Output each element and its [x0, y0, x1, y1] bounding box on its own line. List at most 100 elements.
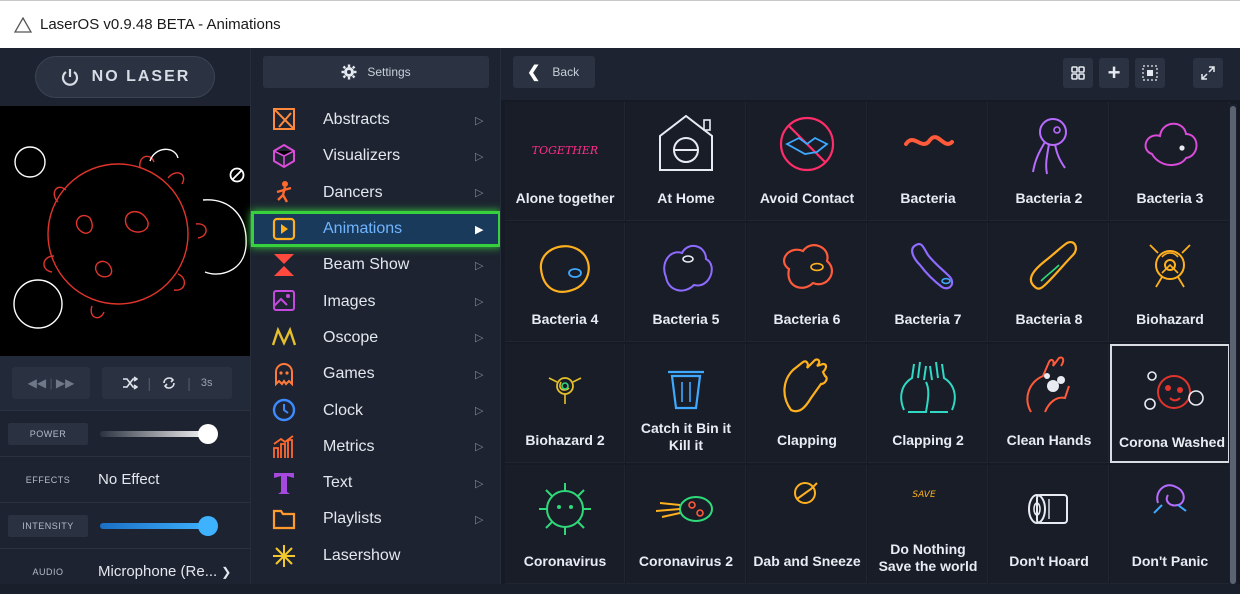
animation-tile[interactable]: Bacteria 4	[505, 223, 625, 342]
animation-tile[interactable]: Clapping 2	[868, 344, 988, 463]
next-icon[interactable]: ▶▶	[56, 376, 74, 390]
biohazard-icon	[505, 352, 625, 422]
menu-item-label: Dancers	[323, 183, 383, 201]
animation-tile-label: Coronavirus	[523, 553, 607, 569]
menu-item-label: Clock	[323, 401, 364, 419]
power-slider-knob[interactable]	[198, 423, 218, 444]
power-slider[interactable]	[100, 423, 218, 444]
grid-view-icon[interactable]	[1063, 58, 1093, 88]
animation-tile[interactable]: Don't Panic	[1110, 465, 1230, 584]
animation-tile[interactable]: Bacteria 7	[868, 223, 988, 342]
menu-item-visualizers[interactable]: Visualizers ▷	[251, 138, 501, 174]
animation-tile[interactable]: Catch it Bin it Kill it	[626, 344, 746, 463]
animation-tile-label: Bacteria 6	[773, 311, 841, 327]
menu-item-abstracts[interactable]: Abstracts ▷	[251, 102, 501, 138]
effects-value[interactable]: No Effect	[98, 471, 159, 488]
effects-label: EFFECTS	[25, 474, 71, 485]
clock-icon	[271, 398, 297, 422]
chevron-down-icon[interactable]: ❯	[221, 565, 231, 579]
audio-source-select[interactable]: Microphone (Re...	[98, 563, 217, 580]
app-logo-icon	[14, 16, 32, 33]
laser-toggle-label: NO LASER	[91, 68, 191, 85]
menu-item-label: Metrics	[323, 437, 375, 455]
animation-tile[interactable]: Coronavirus	[505, 465, 625, 584]
menu-item-dancers[interactable]: Dancers ▷	[251, 175, 501, 211]
animation-tile[interactable]: Dab and Sneeze	[747, 465, 867, 584]
animation-tile[interactable]: Avoid Contact	[747, 102, 867, 221]
animation-tile[interactable]: Bacteria 8	[989, 223, 1109, 342]
animation-tile-label: Do Nothing Save the world	[878, 541, 978, 574]
intensity-slider-knob[interactable]	[198, 515, 218, 536]
submenu-arrow-icon: ▷	[475, 513, 484, 526]
bacteria-icon	[868, 231, 988, 301]
animation-tile[interactable]: Clean Hands	[989, 344, 1109, 463]
category-menu: Abstracts ▷ Visualizers ▷ Dancers ▷ Animations…	[251, 102, 501, 574]
lasershow-icon	[271, 544, 297, 568]
speed-value[interactable]: 3s	[201, 377, 213, 389]
menu-item-metrics[interactable]: Metrics ▷	[251, 429, 501, 465]
animation-tile[interactable]: Bacteria 3	[1110, 102, 1230, 221]
text-icon	[271, 471, 297, 495]
fullscreen-icon[interactable]	[1193, 58, 1223, 88]
category-panel: Settings Abstracts ▷ Visualizers ▷ Dancers ▷ A…	[250, 48, 501, 584]
menu-item-label: Images	[323, 292, 376, 310]
abstracts-icon	[271, 108, 297, 132]
skip-controls[interactable]: ◀◀ | ▶▶	[12, 367, 90, 399]
animation-tile[interactable]: SAVE Do Nothing Save the world	[868, 465, 988, 584]
content-panel: ❮ Back + TOGETHER Alone together At Home Av…	[500, 48, 1240, 584]
animation-tile[interactable]: Don't Hoard	[989, 465, 1109, 584]
laser-toggle-button[interactable]: NO LASER	[35, 56, 215, 98]
sneeze-icon	[747, 473, 867, 543]
select-icon[interactable]	[1135, 58, 1165, 88]
animation-tile[interactable]: Bacteria 5	[626, 223, 746, 342]
back-button[interactable]: ❮ Back	[513, 56, 595, 88]
animation-tile[interactable]: Bacteria	[868, 102, 988, 221]
games-icon	[271, 362, 297, 387]
laser-preview	[0, 106, 250, 356]
menu-item-oscope[interactable]: Oscope ▷	[251, 320, 501, 356]
menu-item-games[interactable]: Games ▷	[251, 356, 501, 392]
no-handshake-icon	[747, 110, 867, 180]
animation-tile-label: Dab and Sneeze	[753, 553, 861, 569]
bacteria-icon	[989, 231, 1109, 301]
bacteria-icon	[1110, 110, 1230, 180]
animation-tile[interactable]: Corona Washed	[1110, 344, 1230, 463]
menu-item-lasershow[interactable]: Lasershow	[251, 538, 501, 574]
shuffle-icon[interactable]	[122, 376, 138, 390]
menu-item-text[interactable]: Text ▷	[251, 465, 501, 501]
menu-item-label: Abstracts	[323, 111, 390, 129]
images-icon	[271, 289, 297, 313]
menu-item-playlists[interactable]: Playlists ▷	[251, 501, 501, 537]
animation-tile[interactable]: Biohazard 2	[505, 344, 625, 463]
add-icon[interactable]: +	[1099, 58, 1129, 88]
biohazard-icon	[1110, 231, 1230, 301]
intensity-slider[interactable]	[100, 515, 218, 536]
animation-grid: TOGETHER Alone together At Home Avoid Conta…	[505, 102, 1230, 584]
scrollbar-thumb[interactable]	[1230, 106, 1236, 584]
repeat-icon[interactable]	[161, 375, 177, 391]
bin-icon	[626, 352, 746, 422]
playback-options[interactable]: | | 3s	[102, 367, 232, 399]
transport-bar: ◀◀ | ▶▶ | | 3s	[0, 356, 250, 410]
animation-tile[interactable]: Coronavirus 2	[626, 465, 746, 584]
menu-item-images[interactable]: Images ▷	[251, 283, 501, 319]
blocked-icon[interactable]	[228, 166, 246, 184]
animation-tile[interactable]: Bacteria 6	[747, 223, 867, 342]
dancers-icon	[271, 180, 297, 205]
grid-scrollbar[interactable]	[1229, 104, 1237, 584]
animation-tile[interactable]: Clapping	[747, 344, 867, 463]
animation-tile-label: Biohazard	[1136, 311, 1204, 327]
menu-item-label: Animations	[323, 220, 403, 238]
animation-tile[interactable]: Biohazard	[1110, 223, 1230, 342]
animation-tile[interactable]: Bacteria 2	[989, 102, 1109, 221]
settings-button[interactable]: Settings	[263, 56, 489, 88]
animation-tile[interactable]: TOGETHER Alone together	[505, 102, 625, 221]
animation-tile-label: Coronavirus 2	[638, 553, 734, 569]
menu-item-animations[interactable]: Animations ▶	[251, 210, 501, 248]
animation-tile[interactable]: At Home	[626, 102, 746, 221]
menu-item-clock[interactable]: Clock ▷	[251, 392, 501, 428]
submenu-arrow-icon: ▷	[475, 296, 484, 309]
virus-preview-graphic	[13, 146, 247, 329]
previous-icon[interactable]: ◀◀	[28, 376, 46, 390]
menu-item-beam-show[interactable]: Beam Show ▷	[251, 247, 501, 283]
